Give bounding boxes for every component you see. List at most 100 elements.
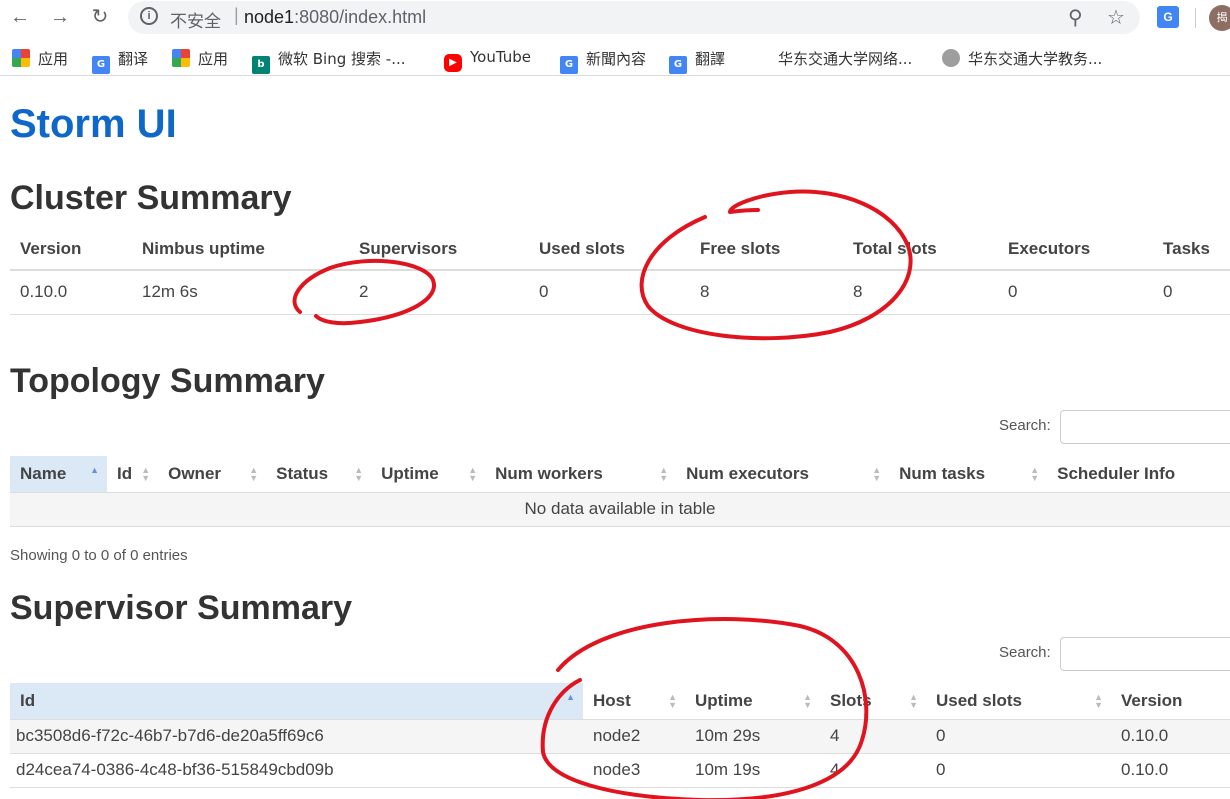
col-uptime[interactable]: Uptime ▲ ▼ (371, 456, 486, 493)
topology-table-info: Showing 0 to 0 of 0 entries (10, 547, 188, 564)
col-free-slots: Free slots (690, 228, 843, 271)
bing-icon: b (252, 56, 270, 74)
bookmark-translate[interactable]: G 翻译 (92, 48, 148, 74)
col-id[interactable]: Id ▲ ▼ (107, 456, 159, 493)
page-content: Storm UI Cluster Summary Version Nimbus … (0, 77, 1230, 799)
col-status[interactable]: Status ▲ ▼ (266, 456, 372, 493)
bookmark-news[interactable]: G 新聞內容 (560, 48, 646, 74)
info-icon[interactable]: i (140, 7, 158, 25)
bookmark-youtube[interactable]: ▶ YouTube (444, 48, 531, 72)
bookmark-apps-2[interactable]: 应用 (172, 48, 228, 69)
topology-search-input[interactable] (1060, 410, 1230, 444)
cell-nimbus-uptime: 12m 6s (132, 270, 349, 315)
col-used-slots-label: Used slots (936, 690, 1022, 710)
col-scheduler-info-label: Scheduler Info (1057, 463, 1176, 483)
bookmark-apps[interactable]: 应用 (12, 48, 68, 69)
bookmark-ecjtu-network[interactable]: 华东交通大学网络... (778, 48, 912, 69)
sort-icon: ▲ ▼ (872, 465, 882, 483)
translate-icon: G (669, 56, 687, 74)
col-version-label: Version (1121, 690, 1183, 710)
bookmark-label: 翻譯 (695, 50, 726, 68)
sort-icon: ▲ ▼ (249, 465, 259, 483)
col-status-label: Status (276, 463, 329, 483)
col-host[interactable]: Host ▲ ▼ (583, 683, 685, 720)
col-num-workers[interactable]: Num workers ▲ ▼ (485, 456, 677, 493)
cell-slots: 4 (820, 719, 926, 754)
bookmark-ecjtu-academic[interactable]: 华东交通大学教务... (942, 48, 1102, 69)
page-logo[interactable]: Storm UI (10, 102, 177, 147)
table-header-row: Id ▲ Host ▲ ▼ Uptime ▲ ▼ Slots ▲ ▼ Used slots ▲ ▼… (10, 683, 1230, 720)
zoom-icon[interactable]: ⚲ (1068, 5, 1083, 30)
cell-executors: 0 (998, 270, 1153, 315)
cell-supervisor-id: d24cea74-0386-4c48-bf36-515849cbd09b (10, 753, 583, 788)
bookmark-label: 华东交通大学教务... (968, 50, 1103, 68)
bookmark-label: 翻译 (118, 50, 149, 68)
bookmark-label: 新聞內容 (586, 50, 647, 68)
news-icon: G (560, 56, 578, 74)
reload-icon[interactable]: ↻ (86, 5, 114, 29)
col-name[interactable]: Name ▲ (10, 456, 107, 493)
col-used-slots[interactable]: Used slots ▲ ▼ (926, 683, 1111, 720)
col-id-label: Id (20, 690, 36, 710)
translate-extension-icon[interactable]: G (1157, 6, 1179, 28)
cell-host: node3 (583, 753, 685, 788)
topology-summary-table: Name ▲ Id ▲ ▼ Owner ▲ ▼ Status ▲ ▼ Uptime ▲ ▼ Num… (10, 456, 1230, 527)
col-version: Version (10, 228, 132, 271)
topology-summary-title: Topology Summary (10, 362, 325, 400)
bookmark-translate-2[interactable]: G 翻譯 (669, 48, 725, 74)
security-status: 不安全 (170, 12, 221, 32)
col-total-slots: Total slots (843, 228, 998, 271)
address-separator: | (234, 5, 239, 25)
apps-icon (12, 49, 30, 67)
sort-icon: ▲ ▼ (1030, 465, 1040, 483)
bookmark-label: 应用 (198, 50, 229, 68)
col-id-label: Id (117, 463, 133, 483)
cell-slots: 4 (820, 753, 926, 788)
col-scheduler-info[interactable]: Scheduler Info (1047, 456, 1230, 493)
table-row: bc3508d6-f72c-46b7-b7d6-de20a5ff69c6 nod… (10, 719, 1230, 754)
youtube-icon: ▶ (444, 54, 462, 72)
col-num-executors[interactable]: Num executors ▲ ▼ (676, 456, 890, 493)
table-row: 0.10.0 12m 6s 2 0 8 8 0 0 (10, 270, 1230, 315)
supervisor-search-input[interactable] (1060, 637, 1230, 671)
sort-asc-icon: ▲ (566, 692, 575, 702)
col-tasks: Tasks (1153, 228, 1230, 271)
sort-icon: ▲ ▼ (659, 465, 669, 483)
supervisor-search-label: Search: (999, 644, 1051, 661)
sort-icon: ▲ ▼ (803, 692, 812, 710)
url-path: :8080/index.html (294, 7, 427, 27)
cell-total-slots: 8 (843, 270, 998, 315)
col-num-tasks[interactable]: Num tasks ▲ ▼ (889, 456, 1048, 493)
avatar[interactable]: 揭 (1209, 5, 1230, 31)
back-icon[interactable]: ← (6, 5, 34, 29)
forward-icon[interactable]: → (46, 5, 74, 29)
col-uptime-label: Uptime (695, 690, 753, 710)
col-slots[interactable]: Slots ▲ ▼ (820, 683, 926, 720)
url-text[interactable]: node1:8080/index.html (244, 7, 426, 28)
star-icon[interactable]: ☆ (1107, 5, 1125, 30)
col-uptime[interactable]: Uptime ▲ ▼ (685, 683, 820, 720)
cell-tasks: 0 (1153, 270, 1230, 315)
col-owner[interactable]: Owner ▲ ▼ (158, 456, 267, 493)
col-num-workers-label: Num workers (495, 463, 603, 483)
supervisor-summary-table: Id ▲ Host ▲ ▼ Uptime ▲ ▼ Slots ▲ ▼ Used slots ▲ ▼… (10, 683, 1230, 788)
cell-supervisor-id: bc3508d6-f72c-46b7-b7d6-de20a5ff69c6 (10, 719, 583, 754)
toolbar-divider (1195, 8, 1196, 28)
sort-icon: ▲ ▼ (668, 692, 677, 710)
cluster-summary-title: Cluster Summary (10, 179, 292, 217)
table-header-row: Version Nimbus uptime Supervisors Used s… (10, 228, 1230, 271)
url-host: node1 (244, 7, 295, 27)
col-num-executors-label: Num executors (686, 463, 809, 483)
sort-icon: ▲ ▼ (909, 692, 918, 710)
sort-icon: ▲ ▼ (354, 465, 364, 483)
col-id[interactable]: Id ▲ (10, 683, 583, 720)
col-used-slots: Used slots (529, 228, 690, 271)
table-row: d24cea74-0386-4c48-bf36-515849cbd09b nod… (10, 753, 1230, 788)
address-bar[interactable]: i 不安全 | node1:8080/index.html (128, 1, 1140, 34)
cell-version: 0.10.0 (10, 270, 132, 315)
bookmarks-bar: 应用 G 翻译 应用 b 微软 Bing 搜索 -... ▶ YouTube G 新聞內… (0, 38, 1230, 76)
bookmark-bing[interactable]: b 微软 Bing 搜索 -... (252, 48, 406, 74)
cell-version: 0.10.0 (1111, 753, 1230, 788)
table-row-empty: No data available in table (10, 492, 1230, 527)
col-version[interactable]: Version (1111, 683, 1230, 720)
